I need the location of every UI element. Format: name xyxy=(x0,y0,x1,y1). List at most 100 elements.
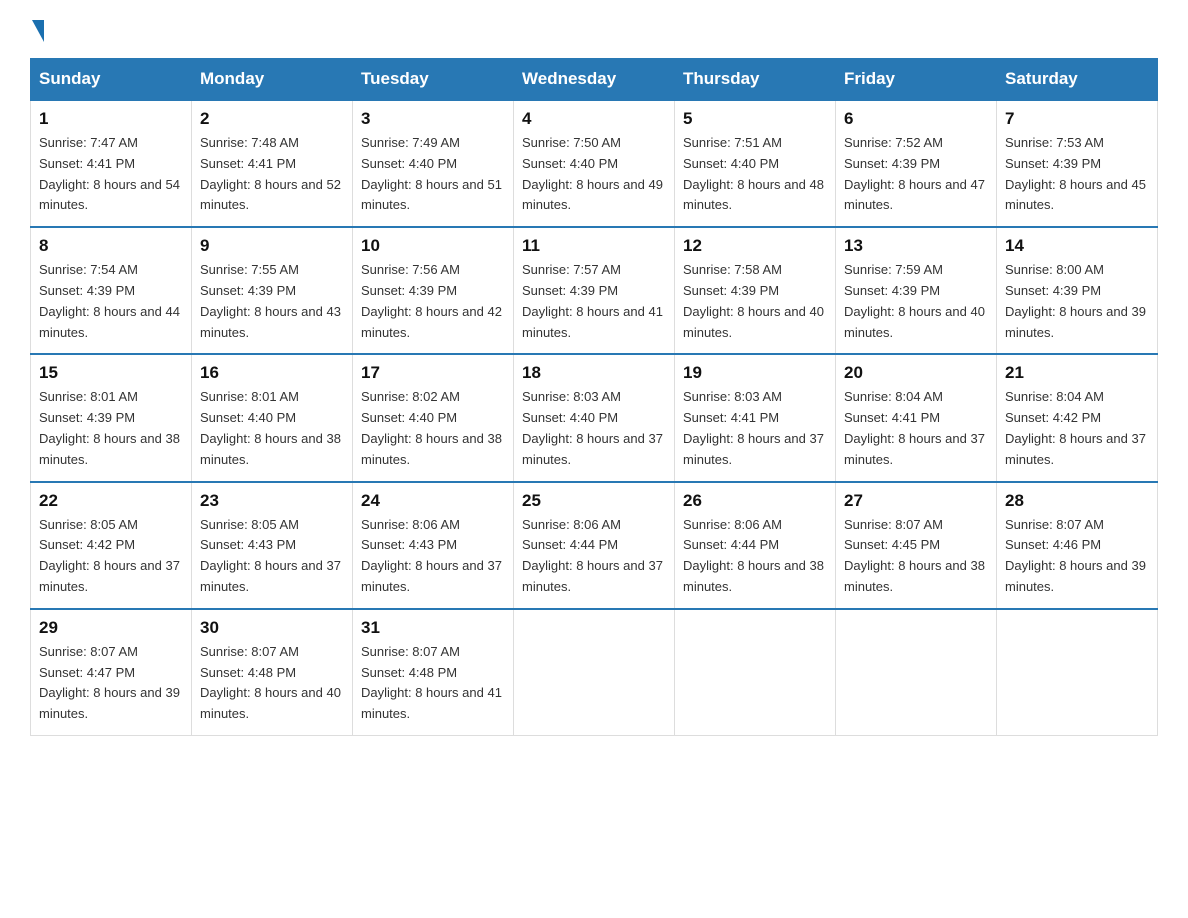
day-cell-26: 26 Sunrise: 8:06 AMSunset: 4:44 PMDayligh… xyxy=(675,482,836,609)
day-info: Sunrise: 7:49 AMSunset: 4:40 PMDaylight:… xyxy=(361,133,505,216)
day-number: 9 xyxy=(200,236,344,256)
col-header-saturday: Saturday xyxy=(997,59,1158,101)
col-header-friday: Friday xyxy=(836,59,997,101)
day-info: Sunrise: 7:50 AMSunset: 4:40 PMDaylight:… xyxy=(522,133,666,216)
day-number: 22 xyxy=(39,491,183,511)
logo-triangle-icon xyxy=(32,20,44,42)
week-row-1: 1Sunrise: 7:47 AMSunset: 4:41 PMDaylight… xyxy=(31,100,1158,227)
week-row-3: 15 Sunrise: 8:01 AMSunset: 4:39 PMDayligh… xyxy=(31,354,1158,481)
day-info: Sunrise: 7:55 AMSunset: 4:39 PMDaylight:… xyxy=(200,260,344,343)
col-header-tuesday: Tuesday xyxy=(353,59,514,101)
day-cell-4: 4 Sunrise: 7:50 AMSunset: 4:40 PMDaylight… xyxy=(514,100,675,227)
day-cell-6: 6 Sunrise: 7:52 AMSunset: 4:39 PMDaylight… xyxy=(836,100,997,227)
day-cell-29: 29 Sunrise: 8:07 AMSunset: 4:47 PMDayligh… xyxy=(31,609,192,736)
calendar-header-row: SundayMondayTuesdayWednesdayThursdayFrid… xyxy=(31,59,1158,101)
day-info: Sunrise: 8:04 AMSunset: 4:41 PMDaylight:… xyxy=(844,387,988,470)
day-number: 31 xyxy=(361,618,505,638)
day-number: 26 xyxy=(683,491,827,511)
day-cell-13: 13Sunrise: 7:59 AMSunset: 4:39 PMDayligh… xyxy=(836,227,997,354)
day-cell-30: 30Sunrise: 8:07 AMSunset: 4:48 PMDayligh… xyxy=(192,609,353,736)
day-info: Sunrise: 8:03 AMSunset: 4:41 PMDaylight:… xyxy=(683,387,827,470)
day-number: 7 xyxy=(1005,109,1149,129)
day-number: 16 xyxy=(200,363,344,383)
day-number: 25 xyxy=(522,491,666,511)
day-number: 4 xyxy=(522,109,666,129)
day-info: Sunrise: 8:05 AMSunset: 4:43 PMDaylight:… xyxy=(200,515,344,598)
day-cell-19: 19 Sunrise: 8:03 AMSunset: 4:41 PMDayligh… xyxy=(675,354,836,481)
day-info: Sunrise: 7:48 AMSunset: 4:41 PMDaylight:… xyxy=(200,133,344,216)
day-number: 24 xyxy=(361,491,505,511)
logo xyxy=(30,20,44,40)
day-cell-27: 27 Sunrise: 8:07 AMSunset: 4:45 PMDayligh… xyxy=(836,482,997,609)
day-number: 11 xyxy=(522,236,666,256)
week-row-5: 29 Sunrise: 8:07 AMSunset: 4:47 PMDayligh… xyxy=(31,609,1158,736)
day-info: Sunrise: 7:53 AMSunset: 4:39 PMDaylight:… xyxy=(1005,133,1149,216)
day-cell-20: 20 Sunrise: 8:04 AMSunset: 4:41 PMDayligh… xyxy=(836,354,997,481)
day-info: Sunrise: 8:07 AMSunset: 4:46 PMDaylight:… xyxy=(1005,515,1149,598)
day-number: 23 xyxy=(200,491,344,511)
empty-cell xyxy=(675,609,836,736)
day-number: 17 xyxy=(361,363,505,383)
day-cell-10: 10Sunrise: 7:56 AMSunset: 4:39 PMDayligh… xyxy=(353,227,514,354)
day-info: Sunrise: 8:06 AMSunset: 4:44 PMDaylight:… xyxy=(522,515,666,598)
day-cell-21: 21 Sunrise: 8:04 AMSunset: 4:42 PMDayligh… xyxy=(997,354,1158,481)
empty-cell xyxy=(514,609,675,736)
day-cell-8: 8 Sunrise: 7:54 AMSunset: 4:39 PMDaylight… xyxy=(31,227,192,354)
day-number: 29 xyxy=(39,618,183,638)
day-cell-22: 22 Sunrise: 8:05 AMSunset: 4:42 PMDayligh… xyxy=(31,482,192,609)
day-info: Sunrise: 7:56 AMSunset: 4:39 PMDaylight:… xyxy=(361,260,505,343)
day-number: 21 xyxy=(1005,363,1149,383)
day-cell-28: 28 Sunrise: 8:07 AMSunset: 4:46 PMDayligh… xyxy=(997,482,1158,609)
col-header-thursday: Thursday xyxy=(675,59,836,101)
col-header-wednesday: Wednesday xyxy=(514,59,675,101)
day-info: Sunrise: 8:07 AMSunset: 4:48 PMDaylight:… xyxy=(361,642,505,725)
day-cell-17: 17 Sunrise: 8:02 AMSunset: 4:40 PMDayligh… xyxy=(353,354,514,481)
day-cell-23: 23 Sunrise: 8:05 AMSunset: 4:43 PMDayligh… xyxy=(192,482,353,609)
day-info: Sunrise: 8:04 AMSunset: 4:42 PMDaylight:… xyxy=(1005,387,1149,470)
day-number: 18 xyxy=(522,363,666,383)
day-number: 8 xyxy=(39,236,183,256)
day-cell-31: 31 Sunrise: 8:07 AMSunset: 4:48 PMDayligh… xyxy=(353,609,514,736)
day-cell-16: 16 Sunrise: 8:01 AMSunset: 4:40 PMDayligh… xyxy=(192,354,353,481)
day-cell-2: 2 Sunrise: 7:48 AMSunset: 4:41 PMDaylight… xyxy=(192,100,353,227)
day-info: Sunrise: 8:01 AMSunset: 4:40 PMDaylight:… xyxy=(200,387,344,470)
empty-cell xyxy=(836,609,997,736)
day-number: 19 xyxy=(683,363,827,383)
day-number: 3 xyxy=(361,109,505,129)
day-number: 2 xyxy=(200,109,344,129)
day-info: Sunrise: 8:01 AMSunset: 4:39 PMDaylight:… xyxy=(39,387,183,470)
day-number: 20 xyxy=(844,363,988,383)
day-info: Sunrise: 7:54 AMSunset: 4:39 PMDaylight:… xyxy=(39,260,183,343)
day-cell-7: 7 Sunrise: 7:53 AMSunset: 4:39 PMDaylight… xyxy=(997,100,1158,227)
day-number: 15 xyxy=(39,363,183,383)
day-number: 5 xyxy=(683,109,827,129)
day-number: 6 xyxy=(844,109,988,129)
day-info: Sunrise: 8:05 AMSunset: 4:42 PMDaylight:… xyxy=(39,515,183,598)
day-info: Sunrise: 7:51 AMSunset: 4:40 PMDaylight:… xyxy=(683,133,827,216)
day-number: 1 xyxy=(39,109,183,129)
day-info: Sunrise: 8:07 AMSunset: 4:48 PMDaylight:… xyxy=(200,642,344,725)
day-info: Sunrise: 7:58 AMSunset: 4:39 PMDaylight:… xyxy=(683,260,827,343)
day-cell-25: 25 Sunrise: 8:06 AMSunset: 4:44 PMDayligh… xyxy=(514,482,675,609)
day-number: 13 xyxy=(844,236,988,256)
day-number: 28 xyxy=(1005,491,1149,511)
day-info: Sunrise: 8:02 AMSunset: 4:40 PMDaylight:… xyxy=(361,387,505,470)
day-number: 12 xyxy=(683,236,827,256)
day-cell-14: 14Sunrise: 8:00 AMSunset: 4:39 PMDayligh… xyxy=(997,227,1158,354)
day-number: 27 xyxy=(844,491,988,511)
week-row-4: 22 Sunrise: 8:05 AMSunset: 4:42 PMDayligh… xyxy=(31,482,1158,609)
day-cell-11: 11 Sunrise: 7:57 AMSunset: 4:39 PMDayligh… xyxy=(514,227,675,354)
col-header-monday: Monday xyxy=(192,59,353,101)
day-info: Sunrise: 8:06 AMSunset: 4:44 PMDaylight:… xyxy=(683,515,827,598)
page-header xyxy=(30,20,1158,40)
day-info: Sunrise: 8:00 AMSunset: 4:39 PMDaylight:… xyxy=(1005,260,1149,343)
day-cell-24: 24Sunrise: 8:06 AMSunset: 4:43 PMDayligh… xyxy=(353,482,514,609)
day-cell-9: 9 Sunrise: 7:55 AMSunset: 4:39 PMDaylight… xyxy=(192,227,353,354)
day-info: Sunrise: 7:57 AMSunset: 4:39 PMDaylight:… xyxy=(522,260,666,343)
day-cell-3: 3 Sunrise: 7:49 AMSunset: 4:40 PMDaylight… xyxy=(353,100,514,227)
day-info: Sunrise: 8:07 AMSunset: 4:47 PMDaylight:… xyxy=(39,642,183,725)
col-header-sunday: Sunday xyxy=(31,59,192,101)
day-info: Sunrise: 7:52 AMSunset: 4:39 PMDaylight:… xyxy=(844,133,988,216)
day-info: Sunrise: 8:07 AMSunset: 4:45 PMDaylight:… xyxy=(844,515,988,598)
week-row-2: 8 Sunrise: 7:54 AMSunset: 4:39 PMDaylight… xyxy=(31,227,1158,354)
